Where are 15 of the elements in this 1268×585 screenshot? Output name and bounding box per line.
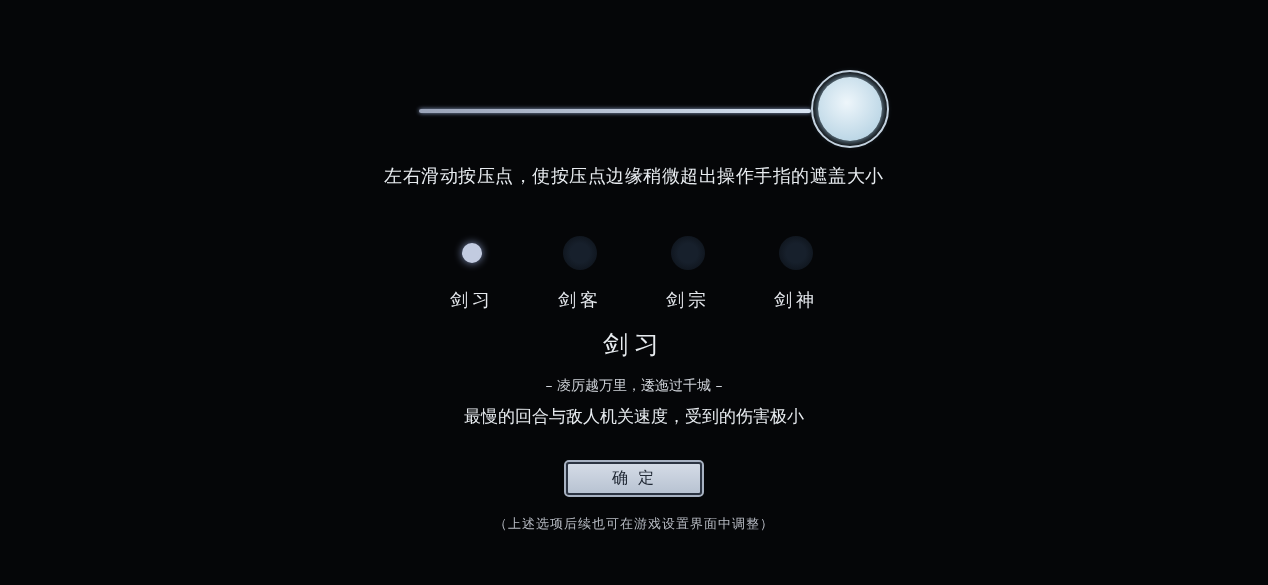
difficulty-label[interactable]: 剑习: [450, 288, 494, 312]
difficulty-label[interactable]: 剑宗: [666, 288, 710, 312]
difficulty-label[interactable]: 剑客: [558, 288, 602, 312]
description-text: 最慢的回合与敌人机关速度，受到的伤害极小: [464, 405, 804, 428]
difficulty-dot[interactable]: [462, 243, 482, 263]
slider-handle[interactable]: [811, 70, 889, 148]
footnote-text: （上述选项后续也可在游戏设置界面中调整）: [494, 515, 774, 533]
instruction-text: 左右滑动按压点，使按压点边缘稍微超出操作手指的遮盖大小: [384, 164, 884, 188]
confirm-button[interactable]: 确 定: [566, 462, 702, 495]
difficulty-title: 剑习: [603, 329, 665, 361]
difficulty-label[interactable]: 剑神: [774, 288, 818, 312]
difficulty-dot[interactable]: [563, 236, 597, 270]
difficulty-dot[interactable]: [671, 236, 705, 270]
motto-text: – 凌厉越万里，逶迤过千城 –: [545, 377, 723, 395]
difficulty-dot[interactable]: [779, 236, 813, 270]
